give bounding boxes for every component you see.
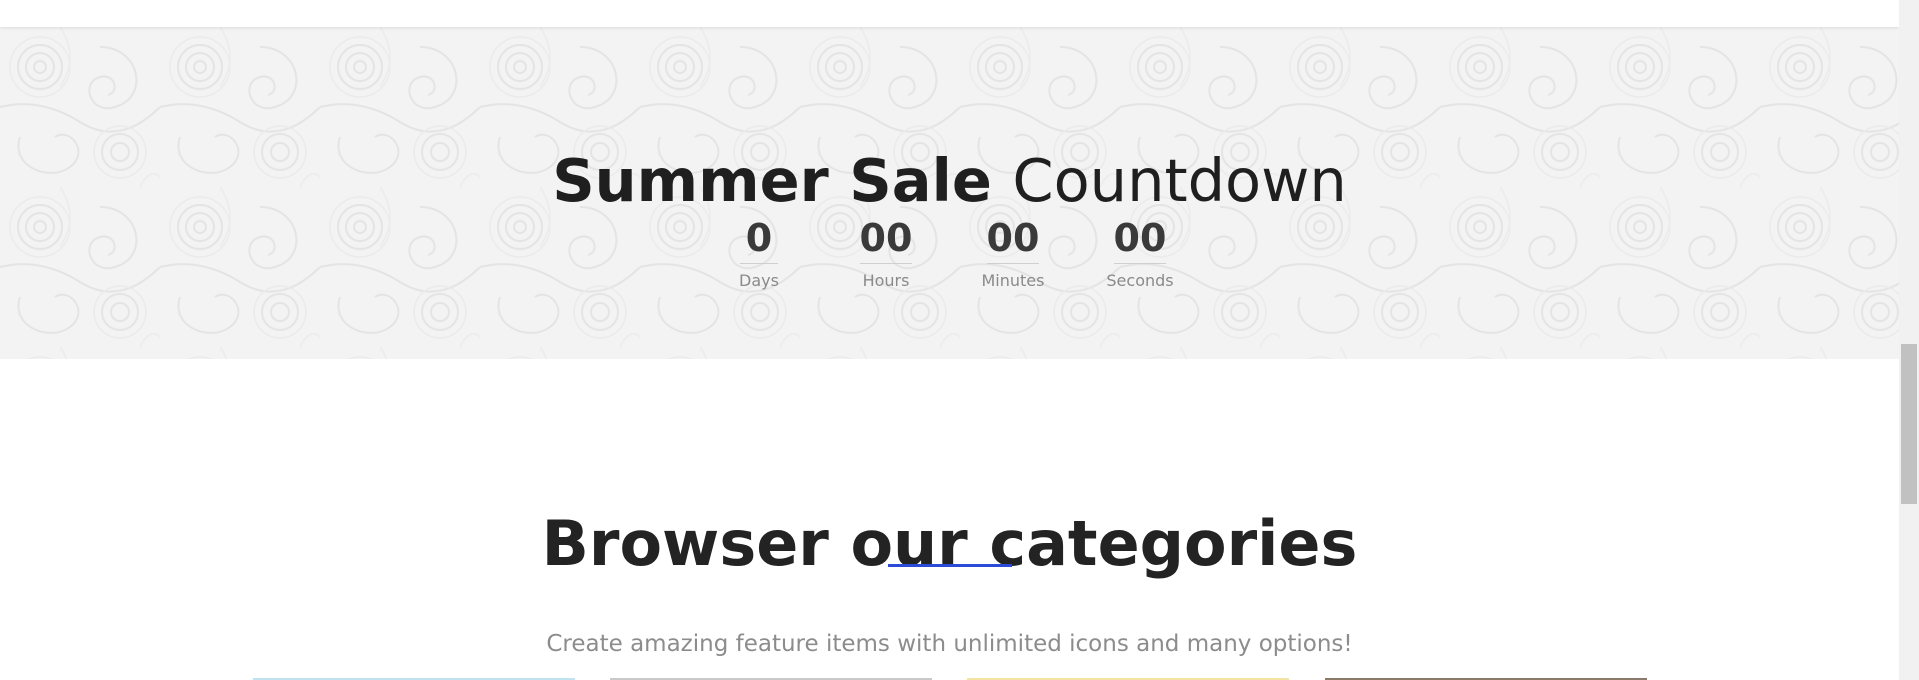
timer-days-label: Days [739, 271, 779, 290]
timer-hours: 00 Hours [823, 218, 950, 290]
categories-divider [888, 564, 1012, 567]
timer-seconds-label: Seconds [1106, 271, 1174, 290]
timer-days-value: 0 [740, 218, 778, 264]
timer-seconds: 00 Seconds [1077, 218, 1204, 290]
categories-section: Browser our categories Create amazing fe… [0, 359, 1899, 680]
timer-minutes-value: 00 [986, 218, 1040, 264]
countdown-title: Summer Sale Countdown [0, 146, 1899, 216]
timer-hours-label: Hours [862, 271, 910, 290]
timer-seconds-value: 00 [1113, 218, 1167, 264]
countdown-title-bold: Summer Sale [552, 145, 992, 215]
page: Summer Sale Countdown 0 Days 00 Hours 00… [0, 0, 1919, 680]
timer-hours-value: 00 [859, 218, 913, 264]
countdown-section: Summer Sale Countdown 0 Days 00 Hours 00… [0, 27, 1899, 359]
main-content: Summer Sale Countdown 0 Days 00 Hours 00… [0, 0, 1899, 680]
scrollbar-thumb[interactable] [1901, 344, 1917, 504]
page-scrollbar[interactable] [1899, 0, 1919, 680]
categories-title: Browser our categories [541, 507, 1358, 581]
header-bottom-edge [0, 0, 1899, 27]
categories-subtitle: Create amazing feature items with unlimi… [546, 631, 1353, 657]
countdown-title-light: Countdown [1012, 145, 1347, 215]
timer-minutes: 00 Minutes [950, 218, 1077, 290]
timer-minutes-label: Minutes [981, 271, 1045, 290]
timer-days: 0 Days [696, 218, 823, 290]
countdown-timer: 0 Days 00 Hours 00 Minutes 00 Seconds [0, 218, 1899, 290]
